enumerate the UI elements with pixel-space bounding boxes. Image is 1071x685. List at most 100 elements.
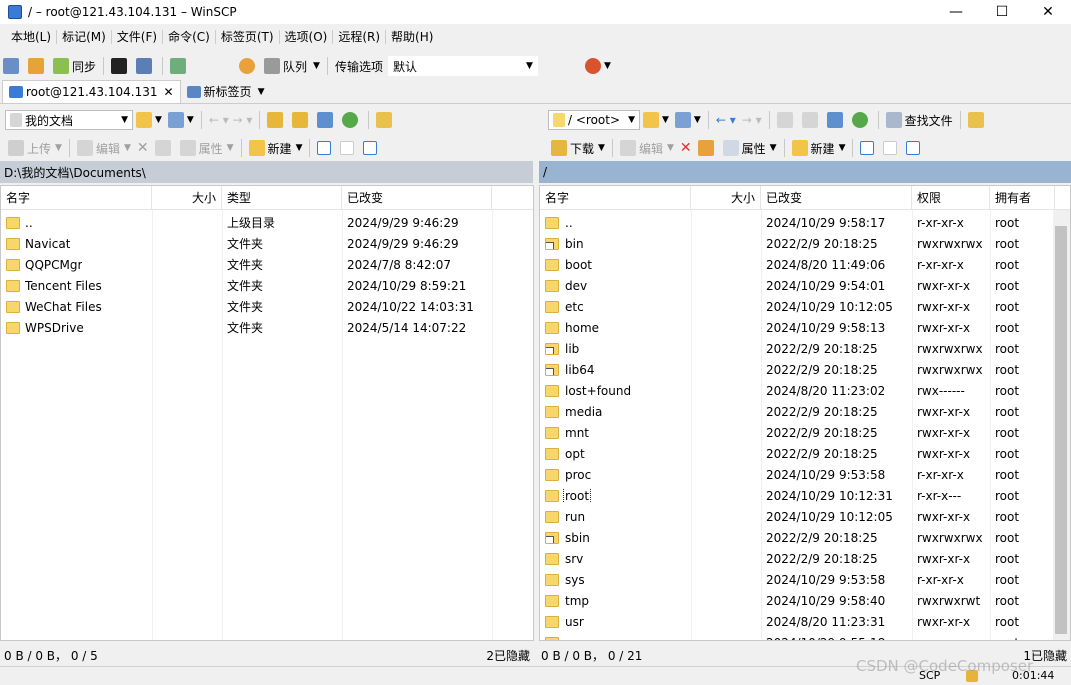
find-files-button[interactable]: 查找文件 — [883, 109, 956, 131]
remote-filter-select-button[interactable] — [903, 137, 926, 159]
remote-deselect-button[interactable] — [880, 137, 903, 159]
terminal-button[interactable] — [108, 55, 133, 77]
remote-forward-button[interactable]: → ▾ — [739, 109, 765, 131]
remote-home-button[interactable] — [824, 109, 849, 131]
local-path-bar[interactable]: D:\我的文档\Documents\ — [0, 161, 533, 183]
table-row[interactable]: QQPCMgr 文件夹 2024/7/8 8:42:07 — [1, 254, 533, 275]
table-row[interactable]: lib 2022/2/9 20:18:25 rwxrwxrwx root — [540, 338, 1070, 359]
local-edit-button[interactable]: 编辑 ▼ — [74, 137, 134, 159]
local-parent-button[interactable] — [264, 109, 289, 131]
local-root-button[interactable] — [289, 109, 314, 131]
table-row[interactable]: sbin 2022/2/9 20:18:25 rwxrwxrwx root — [540, 527, 1070, 548]
table-row[interactable]: .. 上级目录 2024/9/29 9:46:29 — [1, 212, 533, 233]
local-filter-select-button[interactable] — [360, 137, 383, 159]
local-back-button[interactable]: ← ▾ → ▾ — [206, 109, 256, 131]
table-row[interactable]: mnt 2022/2/9 20:18:25 rwxr-xr-x root — [540, 422, 1070, 443]
table-row[interactable]: root 2024/10/29 10:12:31 r-xr-x--- root — [540, 485, 1070, 506]
table-row[interactable]: run 2024/10/29 10:12:05 rwxr-xr-x root — [540, 506, 1070, 527]
sync-browse-button[interactable] — [25, 55, 50, 77]
menu-mark[interactable]: 标记(M) — [57, 30, 112, 44]
column-owner[interactable]: 拥有者 — [990, 186, 1055, 210]
table-row[interactable]: opt 2022/2/9 20:18:25 rwxr-xr-x root — [540, 443, 1070, 464]
remote-rename-button[interactable] — [695, 137, 720, 159]
table-row[interactable]: WPSDrive 文件夹 2024/5/14 14:07:22 — [1, 317, 533, 338]
remote-edit-button[interactable]: 编辑 ▼ — [617, 137, 677, 159]
column-changed[interactable]: 已改变 — [342, 186, 492, 210]
remote-filter-button[interactable]: ▼ — [672, 109, 704, 131]
local-find-button[interactable] — [373, 109, 398, 131]
table-row[interactable]: .. 2024/10/29 9:58:17 r-xr-xr-x root — [540, 212, 1070, 233]
table-row[interactable]: boot 2024/8/20 11:49:06 r-xr-xr-x root — [540, 254, 1070, 275]
column-size[interactable]: 大小 — [691, 186, 761, 210]
auto-sync-button[interactable]: ▼ — [582, 55, 614, 77]
menu-local[interactable]: 本地(L) — [6, 30, 58, 44]
maximize-button[interactable]: ☐ — [979, 0, 1025, 24]
table-row[interactable]: home 2024/10/29 9:58:13 rwxr-xr-x root — [540, 317, 1070, 338]
remote-tree-button[interactable] — [965, 109, 990, 131]
preferences-button[interactable] — [236, 55, 261, 77]
local-select-all-button[interactable] — [314, 137, 337, 159]
table-row[interactable]: dev 2024/10/29 9:54:01 rwxr-xr-x root — [540, 275, 1070, 296]
download-button[interactable]: 下载 ▼ — [548, 137, 608, 159]
table-row[interactable]: srv 2022/2/9 20:18:25 rwxr-xr-x root — [540, 548, 1070, 569]
remote-delete-icon[interactable]: ✕ — [677, 137, 695, 159]
table-row[interactable]: var 2024/10/29 9:55:18rwxr-xr-xroot — [540, 632, 1070, 640]
menu-remote[interactable]: 远程(R) — [333, 30, 387, 44]
queue-button[interactable]: 队列 ▼ — [261, 55, 323, 77]
menu-command[interactable]: 命令(C) — [163, 30, 216, 44]
table-row[interactable]: lost+found 2024/8/20 11:23:02 rwx------ roo… — [540, 380, 1070, 401]
minimize-button[interactable]: — — [933, 0, 979, 24]
remote-new-button[interactable]: 新建 ▼ — [789, 137, 849, 159]
transfer-settings-select[interactable]: 默认 ▼ — [387, 56, 538, 76]
column-permissions[interactable]: 权限 — [912, 186, 990, 210]
remote-parent-button[interactable] — [774, 109, 799, 131]
local-location-select[interactable]: 我的文档 ▼ — [5, 110, 133, 130]
remote-open-dir-button[interactable]: ▼ — [640, 109, 672, 131]
table-row[interactable]: Tencent Files 文件夹 2024/10/29 8:59:21 — [1, 275, 533, 296]
putty-button[interactable] — [133, 55, 158, 77]
remote-back-button[interactable]: ← ▾ — [713, 109, 739, 131]
tab-close-icon[interactable]: ✕ — [163, 85, 173, 99]
local-filter-button[interactable]: ▼ — [165, 109, 197, 131]
tab-new[interactable]: 新标签页 ▼ — [181, 80, 271, 103]
column-changed[interactable]: 已改变 — [761, 186, 912, 210]
column-name[interactable]: 名字 — [540, 186, 691, 210]
menu-options[interactable]: 选项(O) — [280, 30, 334, 44]
local-refresh-button[interactable] — [339, 109, 364, 131]
scrollbar-thumb[interactable] — [1055, 226, 1067, 634]
remote-props-button[interactable]: 属性 ▼ — [720, 137, 780, 159]
remote-path-bar[interactable]: / — [539, 161, 1071, 183]
table-row[interactable]: WeChat Files 文件夹 2024/10/22 14:03:31 — [1, 296, 533, 317]
menu-file[interactable]: 文件(F) — [112, 30, 164, 44]
sync-button[interactable]: 同步 — [50, 55, 99, 77]
local-status-hidden[interactable]: 2已隐藏 — [486, 647, 534, 664]
remote-refresh-button[interactable] — [849, 109, 874, 131]
local-deselect-button[interactable] — [337, 137, 360, 159]
table-row[interactable]: tmp 2024/10/29 9:58:40 rwxrwxrwt root — [540, 590, 1070, 611]
local-home-button[interactable] — [314, 109, 339, 131]
table-row[interactable]: sys 2024/10/29 9:53:58 r-xr-xr-x root — [540, 569, 1070, 590]
table-row[interactable]: media 2022/2/9 20:18:25 rwxr-xr-x root — [540, 401, 1070, 422]
remote-select-all-button[interactable] — [857, 137, 880, 159]
tab-session[interactable]: root@121.43.104.131 ✕ — [2, 80, 181, 103]
column-type[interactable]: 类型 — [222, 186, 342, 210]
refresh-button[interactable] — [167, 55, 192, 77]
compare-dirs-button[interactable] — [0, 55, 25, 77]
column-size[interactable]: 大小 — [152, 186, 222, 210]
table-row[interactable]: etc 2024/10/29 10:12:05 rwxr-xr-x root — [540, 296, 1070, 317]
remote-location-select[interactable]: / <root> ▼ — [548, 110, 640, 130]
local-open-dir-button[interactable]: ▼ — [133, 109, 165, 131]
table-row[interactable]: bin 2022/2/9 20:18:25 rwxrwxrwx root — [540, 233, 1070, 254]
local-delete-icon[interactable]: ✕ — [134, 137, 152, 159]
menu-tabs[interactable]: 标签页(T) — [216, 30, 280, 44]
local-props-button[interactable]: 属性 ▼ — [177, 137, 237, 159]
close-button[interactable]: ✕ — [1025, 0, 1071, 24]
menu-help[interactable]: 帮助(H) — [386, 30, 438, 44]
remote-root-button[interactable] — [799, 109, 824, 131]
table-row[interactable]: usr 2024/8/20 11:23:31 rwxr-xr-x root — [540, 611, 1070, 632]
column-name[interactable]: 名字 — [1, 186, 152, 210]
remote-scrollbar[interactable] — [1053, 210, 1070, 640]
local-new-button[interactable]: 新建 ▼ — [246, 137, 306, 159]
upload-button[interactable]: 上传 ▼ — [5, 137, 65, 159]
local-rename-button[interactable] — [152, 137, 177, 159]
